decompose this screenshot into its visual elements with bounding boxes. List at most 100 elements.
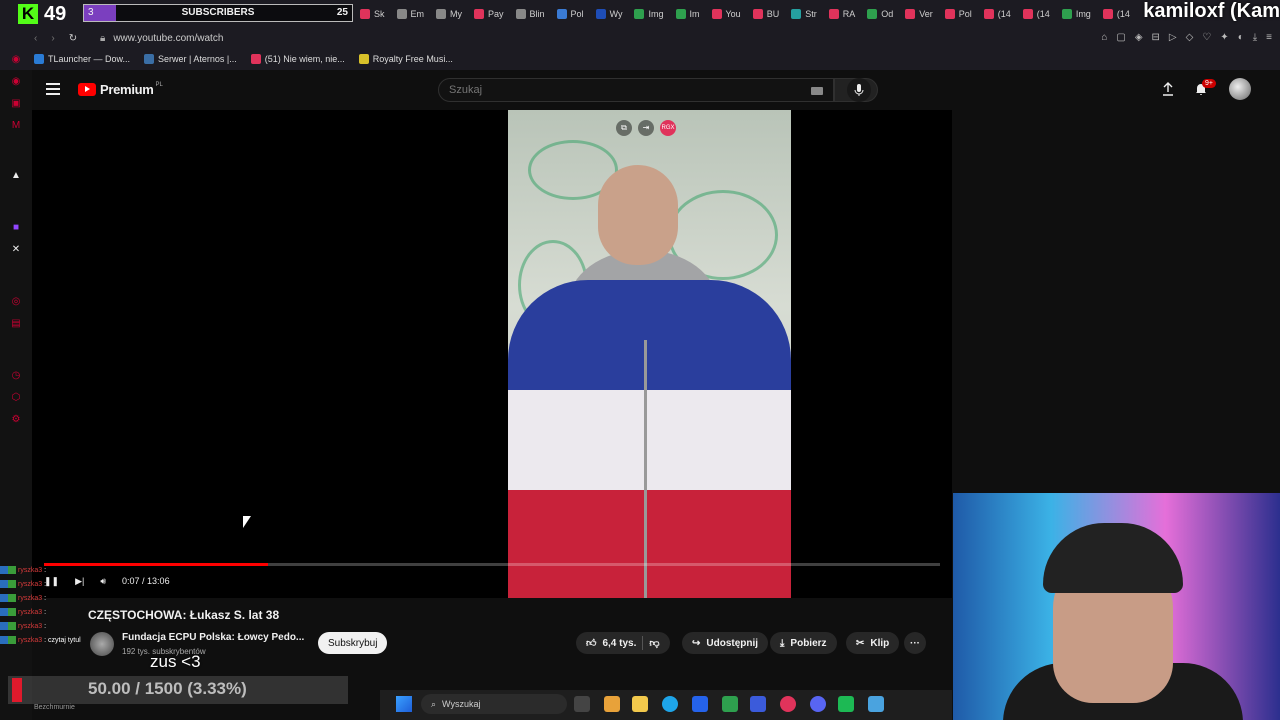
browser-tab[interactable]: Blin — [510, 3, 551, 25]
sidebar-icon-3[interactable]: ▣ — [10, 98, 22, 110]
progress-bar[interactable] — [44, 563, 940, 566]
store-icon[interactable] — [692, 696, 708, 712]
browser-tab[interactable]: Str — [785, 3, 823, 25]
browser-tab[interactable]: You — [706, 3, 747, 25]
tab-label: Sk — [374, 9, 385, 19]
extensions-icon[interactable]: ✦ — [1220, 32, 1228, 43]
discord-icon[interactable] — [810, 696, 826, 712]
settings-icon[interactable]: ⚙ — [10, 414, 22, 426]
browser-tab[interactable]: (14 — [1017, 3, 1056, 25]
sidebar-icon-4[interactable]: M — [10, 120, 22, 132]
bookmark-item[interactable]: Serwer | Aternos |... — [144, 54, 237, 64]
nav-buttons: ‹ › ↻ — [0, 33, 100, 44]
browser-tab[interactable]: BU — [747, 3, 786, 25]
dislike-icon[interactable]: 👎︎ — [649, 637, 659, 649]
tab-label: RA — [842, 9, 856, 19]
bookmark-item[interactable]: Royalty Free Musi... — [358, 54, 453, 64]
shield-icon[interactable]: ◇ — [1186, 32, 1194, 43]
tab-favicon-icon — [867, 9, 878, 19]
tab-favicon-icon — [436, 9, 447, 19]
browser-tab[interactable]: Img — [1056, 3, 1097, 25]
keyboard-icon[interactable] — [811, 87, 823, 95]
app-icon[interactable] — [868, 696, 884, 712]
youtube-premium-logo[interactable]: Premium PL — [78, 82, 163, 97]
sidebar-icon-2[interactable]: ◉ — [10, 76, 22, 88]
divider — [642, 636, 644, 650]
browser-tab[interactable]: Od — [861, 3, 899, 25]
app-icon[interactable] — [750, 696, 766, 712]
search-box — [438, 78, 834, 102]
x-icon[interactable]: ✕ — [10, 244, 22, 256]
screenshot-icon[interactable]: ▢ — [1116, 32, 1125, 43]
browser-tab[interactable]: Pay — [468, 3, 510, 25]
sidebar-icon-5[interactable]: ▲ — [10, 170, 22, 182]
account-avatar[interactable] — [1229, 78, 1251, 100]
pocket-icon[interactable]: ◈ — [1135, 32, 1143, 43]
twitch-icon[interactable]: ■ — [10, 222, 22, 234]
account-icon[interactable]: ◐ — [1238, 32, 1244, 43]
bookmark-icon[interactable]: ⌂ — [1101, 32, 1107, 43]
edge-icon[interactable] — [662, 696, 678, 712]
sidebar-icon-1[interactable]: ◉ — [10, 54, 22, 66]
app-icon[interactable] — [838, 696, 854, 712]
menu-icon[interactable] — [46, 83, 60, 95]
tab-favicon-icon — [752, 9, 763, 19]
tab-favicon-icon — [360, 9, 370, 19]
share-button[interactable]: ↪ Udostępnij — [682, 632, 769, 654]
bookmark-item[interactable]: TLauncher — Dow... — [34, 54, 130, 64]
upload-icon[interactable] — [1162, 82, 1174, 101]
video-frame[interactable]: ⧉ ⇥ RGX — [508, 110, 791, 598]
sidebar-icon-10[interactable]: ◷ — [10, 370, 22, 382]
menu-icon[interactable]: ≡ — [1266, 32, 1272, 43]
browser-tab[interactable]: Pol — [939, 3, 978, 25]
task-view-icon[interactable] — [574, 696, 590, 712]
browser-tab[interactable]: Sk — [354, 3, 391, 25]
save-icon[interactable]: ⊟ — [1152, 32, 1160, 43]
extension-badge[interactable]: RGX — [660, 120, 676, 136]
browser-tab[interactable]: (14 — [1097, 3, 1136, 25]
reload-icon[interactable]: ↻ — [69, 33, 77, 44]
voice-search-button[interactable] — [847, 78, 871, 102]
sidebar-icon-8[interactable]: ◎ — [10, 296, 22, 308]
sidebar-icon-11[interactable]: ⬡ — [10, 392, 22, 404]
opera-icon[interactable] — [780, 696, 796, 712]
play-icon[interactable]: ▷ — [1169, 32, 1177, 43]
bookmark-item[interactable]: (51) Nie wiem, nie... — [250, 54, 345, 64]
tab-label: Od — [881, 9, 894, 19]
browser-tab[interactable]: Pol — [551, 3, 590, 25]
app-icon[interactable] — [604, 696, 620, 712]
browser-tab[interactable]: Img — [628, 3, 669, 25]
taskbar-search[interactable]: ⌕ Wyszukaj — [421, 694, 567, 714]
clip-button[interactable]: ✂ Klip — [846, 632, 900, 654]
excel-icon[interactable] — [722, 696, 738, 712]
download-button[interactable]: ⤓ Pobierz — [770, 632, 837, 654]
address-bar: ‹ › ↻ 🔒︎ www.youtube.com/watch ⌂ ▢ ◈ ⊟ ▷… — [0, 28, 1280, 48]
url-field[interactable]: www.youtube.com/watch — [113, 33, 223, 44]
browser-tab[interactable]: Em — [391, 3, 431, 25]
back-icon[interactable]: ‹ — [34, 33, 37, 44]
file-explorer-icon[interactable] — [632, 696, 648, 712]
tab-favicon-icon — [396, 9, 407, 19]
download-icon[interactable]: ⤓ — [1253, 32, 1257, 43]
more-actions-button[interactable]: ··· — [904, 632, 926, 654]
forward-icon[interactable]: › — [51, 33, 54, 44]
sidebar-icon-9[interactable]: ▤ — [10, 318, 22, 330]
windows-start-icon[interactable] — [396, 696, 412, 712]
like-count[interactable]: 6,4 tys. — [602, 638, 636, 649]
browser-tab[interactable]: Im — [670, 3, 706, 25]
video-player[interactable]: ⧉ ⇥ RGX ❚❚ ▶| 🔊︎ 0:07 / 13:06 — [32, 110, 952, 598]
pip-icon[interactable]: ⧉ — [616, 120, 632, 136]
search-input[interactable] — [439, 79, 759, 101]
browser-tab[interactable]: Wy — [590, 3, 629, 25]
tab-favicon-icon — [983, 9, 994, 19]
subscribe-button[interactable]: Subskrybuj — [318, 632, 388, 654]
channel-name[interactable]: Fundacja ECPU Polska: Łowcy Pedo... — [122, 632, 312, 643]
like-icon[interactable]: 👍︎ — [586, 637, 596, 649]
browser-tab[interactable]: (14 — [978, 3, 1017, 25]
browser-tab[interactable]: RA — [823, 3, 862, 25]
browser-tab[interactable]: My — [430, 3, 468, 25]
chat-text: : — [44, 622, 47, 630]
browser-tab[interactable]: Ver — [899, 3, 939, 25]
heart-icon[interactable]: ♡ — [1202, 32, 1211, 43]
popout-icon[interactable]: ⇥ — [638, 120, 654, 136]
